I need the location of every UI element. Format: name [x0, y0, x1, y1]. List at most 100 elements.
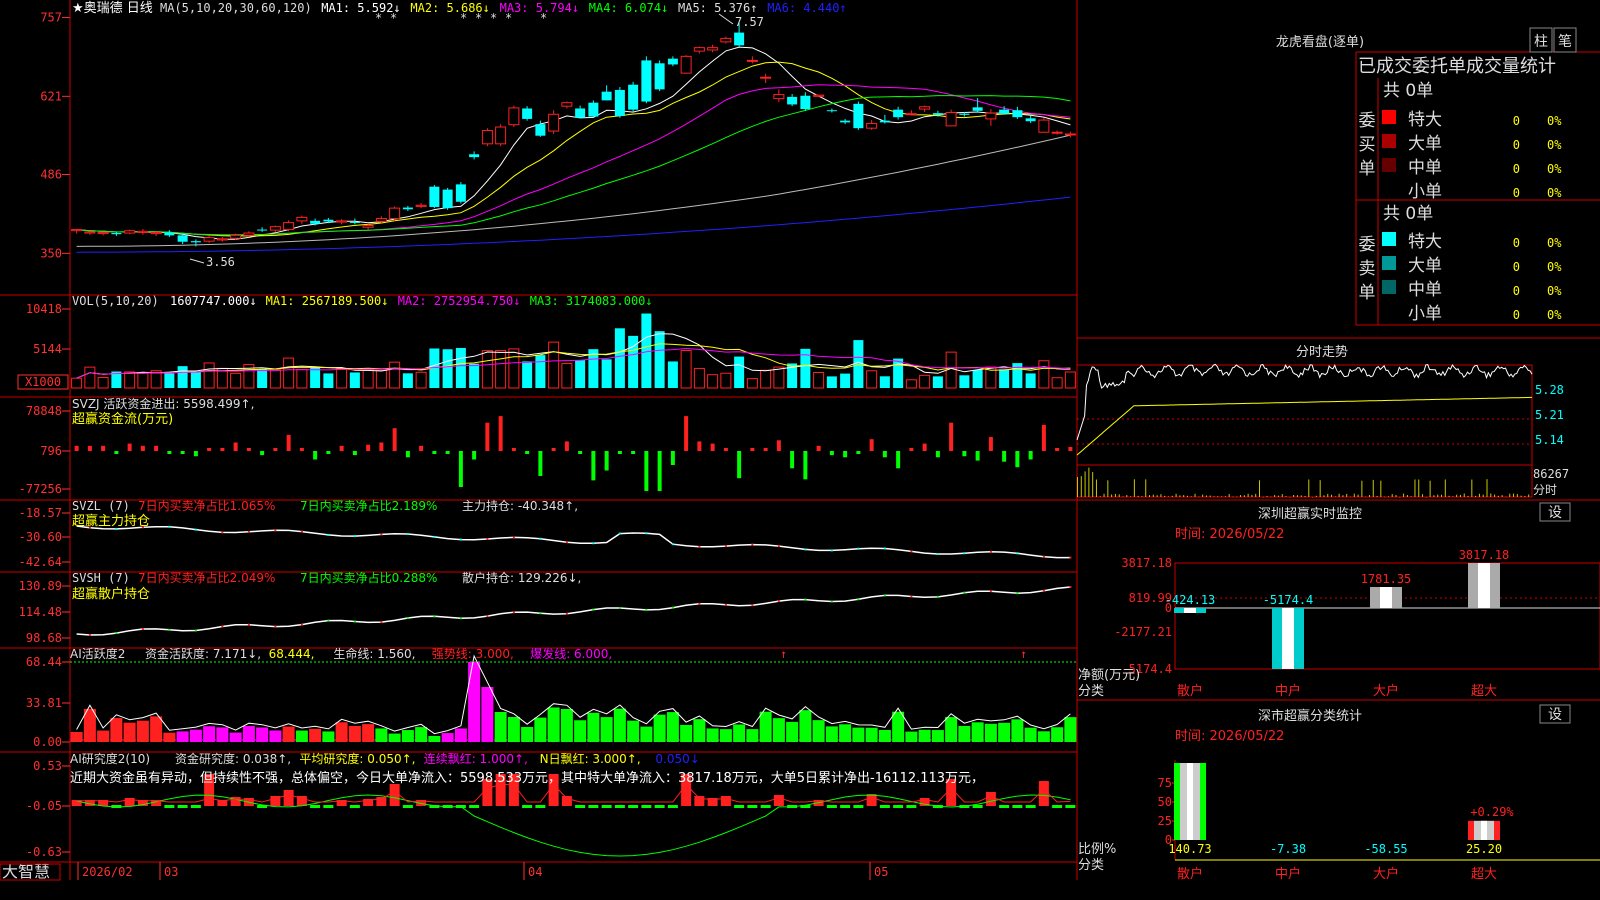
point: [963, 552, 966, 555]
flow-bar: [790, 451, 795, 469]
candle: [575, 108, 586, 118]
volume-bar: [137, 372, 149, 389]
ma-legend: MA(5,10,20,30,60,120): [160, 1, 312, 15]
candle: [773, 94, 785, 100]
buy-row-pct: 0%: [1547, 138, 1562, 152]
fs-vol-bar: [1437, 494, 1439, 497]
activity-bar: [574, 720, 587, 742]
point: [724, 545, 727, 548]
buy-label-char: 买: [1359, 135, 1376, 155]
activity-bar: [825, 726, 838, 742]
sell-row-value: 0: [1513, 308, 1520, 322]
tick-mode-button[interactable]: [1554, 28, 1576, 52]
research-bar: [1065, 805, 1076, 808]
volume-bar: [866, 370, 878, 389]
candle: [1025, 118, 1036, 122]
sell-row-name: 中单: [1408, 280, 1442, 300]
activity-bar: [759, 711, 772, 742]
fs-vol-bar: [1425, 496, 1427, 498]
flow-bar: [525, 451, 530, 454]
sz-cat-label: 分类: [1078, 684, 1104, 699]
flow-bar: [339, 445, 344, 451]
fs-vol-bar: [1137, 495, 1139, 497]
point: [1042, 589, 1045, 592]
activity-bar: [653, 714, 666, 742]
chart-canvas[interactable]: 757 621 486 350 ★奥瑞德 日线 MA(5,10,20,30,60,120)…: [0, 0, 1600, 900]
sz-settings-label: 设: [1548, 505, 1562, 521]
x-tick-label: 04: [528, 865, 542, 879]
candle: [720, 37, 732, 43]
point: [300, 623, 303, 626]
fs-vol-bar: [1107, 480, 1109, 497]
fs-vol-bar: [1429, 480, 1431, 497]
activity-bar: [931, 730, 944, 742]
activity-bar: [772, 718, 785, 742]
activity-bar: [362, 724, 375, 742]
sell-label-char: 委: [1359, 235, 1376, 255]
sc-title: 深市超赢分类统计: [1258, 708, 1362, 724]
fs-vol-bar: [1232, 496, 1234, 498]
sc-bar-core: [1481, 820, 1487, 840]
candle: [734, 32, 745, 46]
volume-bar: [707, 374, 719, 389]
research-title: AI研究度2(10): [70, 751, 150, 766]
volume-bar: [177, 366, 188, 388]
activity-bar: [746, 729, 759, 742]
candle: [323, 219, 334, 222]
activity-bar: [309, 728, 322, 742]
svsh-title: SVSH (7): [72, 571, 130, 585]
fs-vol-bar: [1475, 495, 1477, 497]
y-tick-label: 98.68: [26, 631, 62, 645]
volume-bar: [336, 368, 348, 389]
marker-star: *: [390, 11, 397, 25]
point: [883, 547, 886, 550]
activity-bar: [256, 727, 269, 742]
y-tick-label: 621: [40, 89, 62, 103]
candle: [296, 216, 308, 222]
flow-bar: [101, 445, 106, 451]
point: [936, 595, 939, 598]
activity-bar: [203, 726, 216, 742]
research-bar: [469, 805, 480, 808]
volume-bar: [760, 369, 772, 389]
buy-row-value: 0: [1513, 162, 1520, 176]
flow-bar: [988, 437, 993, 451]
point: [1069, 586, 1072, 589]
activity-bar: [375, 728, 388, 742]
volume-bar: [469, 363, 480, 388]
x-tick-label: 2026/02: [82, 865, 133, 879]
fs-vol-bar: [1380, 480, 1382, 497]
volume-bar: [601, 359, 612, 388]
fs-vol-bar: [1300, 495, 1302, 497]
activity-bar: [852, 727, 865, 742]
bar-mode-button[interactable]: [1530, 28, 1552, 52]
svsh-legend: 散户持仓: 129.226↓,: [462, 570, 581, 585]
vol-legend: MA3: 3174083.000↓: [530, 294, 653, 308]
sell-row-name: 小单: [1408, 304, 1442, 324]
fs-vol-bar: [1126, 495, 1128, 497]
svsh-legend: 7日内买卖净占比2.049%: [138, 570, 275, 585]
activity-bar: [322, 731, 335, 742]
research-bar: [628, 805, 639, 808]
fs-vol-bar: [1342, 495, 1344, 497]
activity-bar: [123, 722, 136, 742]
flow-bar: [1015, 451, 1020, 468]
flow-bar: [763, 448, 768, 451]
candle: [97, 231, 109, 235]
point: [459, 617, 462, 620]
fs-vol-bar: [1251, 494, 1253, 497]
candle: [429, 186, 440, 207]
fs-vol-bar: [1145, 479, 1147, 497]
fs-vol-bar: [1501, 495, 1503, 497]
sc-y-tick: 25: [1158, 814, 1172, 828]
research-legend: N日飘红: 3.000↑,: [540, 751, 641, 766]
flow-bar: [882, 451, 887, 458]
sz-bar-label: 3817.18: [1459, 548, 1510, 562]
legend-swatch: [1382, 134, 1396, 148]
volume-bar: [813, 372, 825, 389]
point: [671, 543, 674, 546]
flow-bar: [207, 448, 212, 451]
arrow-mark: ↑: [1020, 647, 1027, 661]
fs-vol-bar: [1350, 496, 1351, 498]
point: [406, 533, 409, 536]
